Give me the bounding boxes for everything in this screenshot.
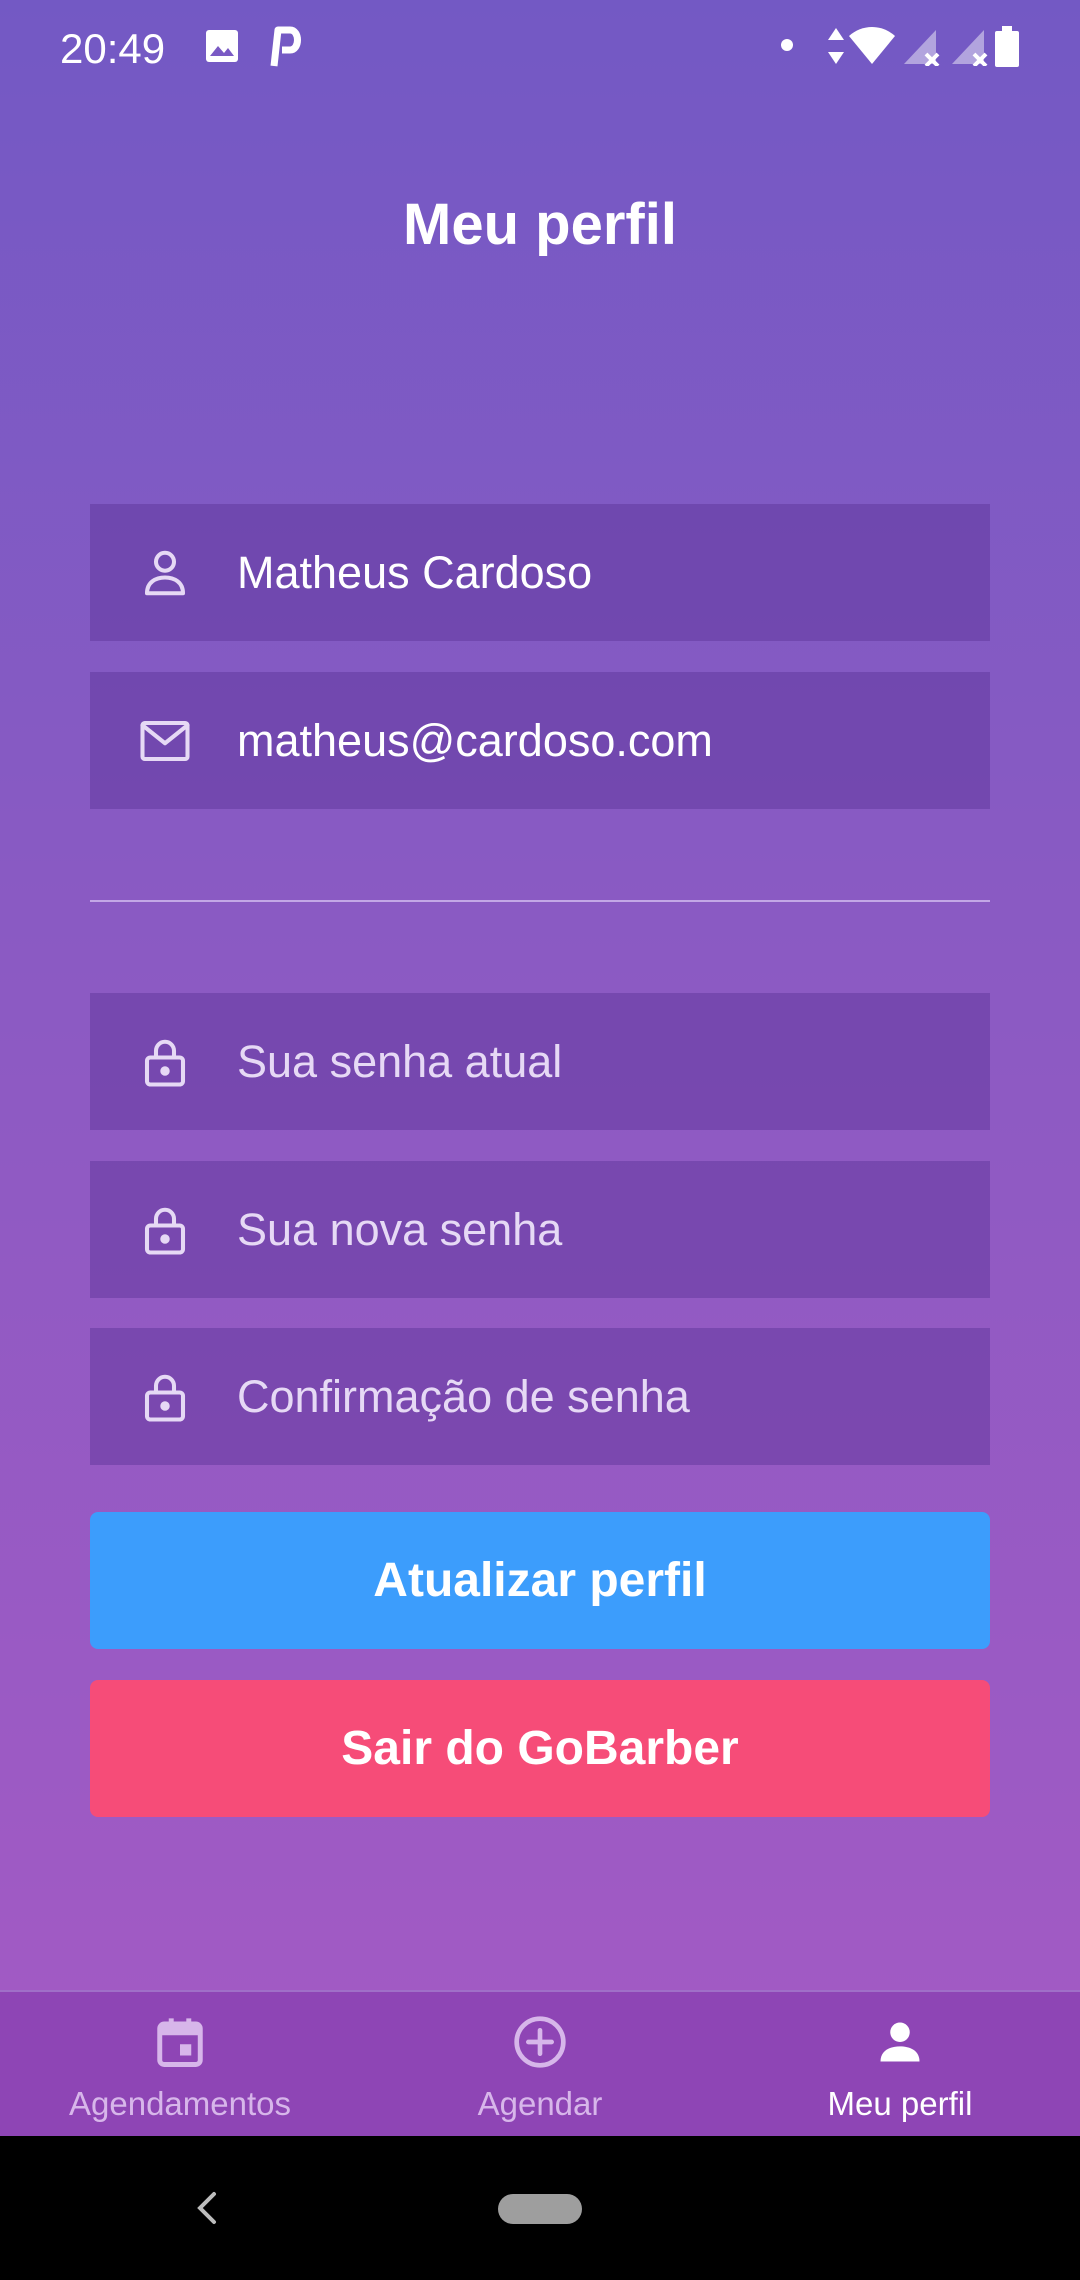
person-icon xyxy=(870,2012,930,2072)
email-value: matheus@cardoso.com xyxy=(237,714,713,766)
data-arrows-icon xyxy=(826,26,846,71)
name-value: Matheus Cardoso xyxy=(237,546,593,598)
lock-icon xyxy=(138,1035,192,1089)
signal-no-service-icon xyxy=(950,26,990,71)
new-password-placeholder: Sua nova senha xyxy=(237,1203,563,1255)
nav-label-meu-perfil: Meu perfil xyxy=(827,2085,973,2122)
nav-label-agendar: Agendar xyxy=(477,2085,603,2122)
profile-screen: 20:49 Meu perfil Matheus Cardoso matheus… xyxy=(0,0,1080,2280)
confirm-password-field[interactable]: Confirmação de senha xyxy=(90,1328,990,1465)
email-field[interactable]: matheus@cardoso.com xyxy=(90,672,990,809)
lock-icon xyxy=(138,1203,192,1257)
section-divider xyxy=(90,900,990,902)
user-icon xyxy=(138,546,192,600)
page-title: Meu perfil xyxy=(403,192,677,257)
nav-item-meu-perfil[interactable]: Meu perfil xyxy=(720,1992,1080,2138)
add-circle-icon xyxy=(510,2012,570,2072)
update-profile-button[interactable]: Atualizar perfil xyxy=(90,1512,990,1649)
lock-icon xyxy=(138,1370,192,1424)
image-icon xyxy=(204,26,240,71)
new-password-field[interactable]: Sua nova senha xyxy=(90,1161,990,1298)
wifi-icon xyxy=(848,26,896,71)
name-field[interactable]: Matheus Cardoso xyxy=(90,504,990,641)
calendar-icon xyxy=(150,2012,210,2072)
nav-item-agendar[interactable]: Agendar xyxy=(360,1992,720,2138)
battery-icon xyxy=(994,26,1020,73)
system-nav-bar xyxy=(0,2136,1080,2280)
back-icon[interactable] xyxy=(192,2188,222,2233)
signal-no-service-icon xyxy=(902,26,942,71)
parking-icon xyxy=(268,26,304,73)
bottom-nav: Agendamentos Agendar Meu perfil xyxy=(0,1990,1080,2136)
nav-label-agendamentos: Agendamentos xyxy=(69,2085,291,2122)
status-time: 20:49 xyxy=(60,25,166,72)
confirm-password-placeholder: Confirmação de senha xyxy=(237,1370,690,1422)
logout-button[interactable]: Sair do GoBarber xyxy=(90,1680,990,1817)
mail-icon xyxy=(138,714,192,768)
home-pill[interactable] xyxy=(498,2194,582,2224)
current-password-field[interactable]: Sua senha atual xyxy=(90,993,990,1130)
nav-item-agendamentos[interactable]: Agendamentos xyxy=(0,1992,360,2138)
status-bar: 20:49 xyxy=(0,0,1080,96)
current-password-placeholder: Sua senha atual xyxy=(237,1035,563,1087)
dot-icon xyxy=(780,38,794,57)
